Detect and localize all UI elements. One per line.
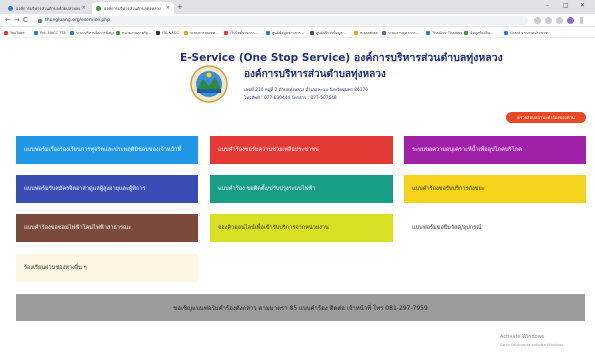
bookmark-favicon-icon — [310, 30, 314, 35]
bookmark-favicon-icon — [70, 30, 74, 35]
extensions-icon[interactable] — [545, 17, 552, 24]
service-garbage-bin[interactable]: แบบคำร้องขอรับบริการถังขยะ — [404, 175, 586, 203]
service-other-complaint[interactable]: ร้องเรียนผ่านช่องทางอื่น ๆ — [16, 254, 198, 282]
bookmark-item[interactable]: Grant จากภาคประชาชน — [504, 29, 548, 36]
bookmark-label: YouTube — [10, 30, 25, 35]
service-equipment-borrow[interactable]: แบบฟอร์มขอยืมวัสดุ/อุปกรณ์ — [404, 214, 586, 242]
activate-windows-title: Activate Windows — [500, 334, 545, 340]
activate-windows-subtitle: Go to Settings to activate Windows. — [500, 343, 565, 347]
downloads-icon[interactable] — [556, 17, 563, 24]
bookmark-label: เว็บไซต์ราชการ... — [230, 30, 259, 35]
bookmark-favicon-icon — [224, 30, 228, 35]
bookmark-label: ระบบสารสนเทศ... — [190, 30, 219, 35]
bookmark-favicon-icon — [184, 30, 188, 35]
bookmark-label: ITA-NACC — [162, 30, 179, 35]
browser-tab-2[interactable]: องค์การบริหารส่วนตำบลทุ่งหลวง × — [92, 2, 174, 14]
url-input[interactable]: thungluang.org/eservice.php — [34, 16, 528, 25]
bookmark-item[interactable]: ThaiGov Thaiday — [426, 29, 462, 36]
bookmark-label: e-saraban — [360, 30, 379, 35]
service-public-assistance[interactable]: แบบคำร้องขอรับความช่วยเหลือประชาชน — [210, 136, 393, 164]
bookmark-item[interactable]: หน่วยงานภาครัฐ... — [116, 29, 154, 36]
service-streetlight-repair[interactable]: แบบคำร้องขอซ่อมไฟฟ้าโคมไฟฟ้าสาธารณะ — [16, 214, 198, 242]
profile-avatar[interactable] — [567, 17, 574, 24]
bookmark-label: Pnt. NACC TTA — [40, 30, 66, 35]
url-text: thungluang.org/eservice.php — [45, 18, 110, 23]
service-water-request[interactable]: ระบบขอความอนุเคราะห์น้ำเพื่ออุปโภคบริโภค — [404, 136, 586, 164]
bookmark-label: ระบบงานบุคลากร... — [388, 30, 420, 35]
bookmark-item[interactable]: YouTube — [4, 29, 32, 36]
bookmark-label: ระบบบริหารจัดการข้อมูล... — [76, 30, 114, 35]
browser-tab-bar: องค์การบริหารส่วนตำบลห้วยปลาหลด × องค์กา… — [0, 0, 595, 14]
tab-label: องค์การบริหารส่วนตำบลห้วยปลาหลด — [16, 5, 80, 11]
org-address: เลขที่ 210 หมู่ที่ 2 ตำบลทุ่งหลวง อำเภอล… — [244, 88, 368, 93]
bookmark-item[interactable]: ระบบบริหารจัดการข้อมูล... — [70, 29, 114, 36]
bookmark-star-icon[interactable] — [534, 17, 541, 24]
browser-tab-1[interactable]: องค์การบริหารส่วนตำบลห้วยปลาหลด × — [4, 2, 90, 14]
address-bar-row: ← → C thungluang.org/eservice.php — [0, 14, 595, 27]
bookmark-item[interactable]: ITA-NACC — [156, 29, 182, 36]
bookmark-label: ศูนย์ข้อมูลข่าวสาร... — [272, 30, 305, 35]
bookmark-label: ThaiGov Thaiday — [432, 30, 462, 35]
minimize-button[interactable]: – — [546, 1, 549, 11]
bookmark-item[interactable]: ระบบงานบุคลากร... — [382, 29, 424, 36]
bookmark-favicon-icon — [504, 30, 508, 35]
menu-icon[interactable] — [580, 17, 583, 24]
forward-button[interactable]: → — [14, 15, 20, 26]
org-logo — [190, 65, 228, 103]
bookmark-item[interactable]: ศูนย์บริการข้อมูล... — [310, 29, 352, 36]
bookmark-label: ศูนย์บริการข้อมูล... — [316, 30, 346, 35]
bookmark-favicon-icon — [382, 30, 386, 35]
tab-favicon-icon — [96, 5, 101, 11]
bookmark-favicon-icon — [4, 30, 8, 35]
reload-button[interactable]: C — [23, 15, 28, 26]
service-electricity-install[interactable]: แบบคำร้อง ขอติดตั้ง/ปรับปรุงระบบไฟฟ้า — [210, 175, 393, 203]
bookmark-item[interactable]: ข้อมูลท้องถิ่น... — [464, 29, 502, 36]
maximize-button[interactable]: □ — [563, 1, 569, 11]
close-window-button[interactable]: ✕ — [580, 1, 585, 11]
bookmark-item[interactable]: e-saraban — [354, 29, 380, 36]
back-button[interactable]: ← — [5, 15, 11, 26]
service-volunteer-signup[interactable]: แบบฟอร์มรับสมัครจิตอาสาดูแลผู้สูงอายุและ… — [16, 175, 198, 203]
bookmark-favicon-icon — [34, 30, 38, 35]
bookmark-item[interactable]: Pnt. NACC TTA — [34, 29, 68, 36]
service-online-queue[interactable]: จองคิวออนไลน์เพื่อเข้ารับบริการจากหน่วยง… — [210, 214, 393, 242]
bookmark-item[interactable]: ระบบสารสนเทศ... — [184, 29, 222, 36]
bookmark-item[interactable]: ศูนย์ข้อมูลข่าวสาร... — [266, 29, 308, 36]
bookmark-label: Grant จากภาคประชาชน — [510, 30, 548, 35]
bookmarks-bar: YouTube Pnt. NACC TTA ระบบบริหารจัดการข้อม… — [0, 27, 595, 38]
bookmark-item[interactable]: เว็บไซต์ราชการ... — [224, 29, 264, 36]
track-request-status-button[interactable]: ตรวจสอบสถานะคำร้องของท่าน — [506, 112, 586, 123]
bookmark-favicon-icon — [426, 30, 430, 35]
bookmark-label: หน่วยงานภาครัฐ... — [122, 30, 152, 35]
contact-footer: ขอเชิญแบบฟอร์มคำร้องดังกล่าว ตามมาตรา 85… — [16, 294, 585, 321]
org-phone: โทรศัพท์ : 077-630444 โทรสาร : 077-50764… — [244, 96, 337, 101]
lock-icon — [38, 18, 42, 23]
bookmark-favicon-icon — [464, 30, 468, 35]
tab-label: องค์การบริหารส่วนตำบลทุ่งหลวง — [104, 5, 161, 11]
tab-favicon-icon — [8, 5, 13, 11]
bookmark-favicon-icon — [354, 30, 358, 35]
bookmark-label: ข้อมูลท้องถิ่น... — [470, 30, 494, 35]
bookmark-favicon-icon — [266, 30, 270, 35]
bookmark-favicon-icon — [116, 30, 120, 35]
close-icon[interactable]: × — [166, 5, 170, 11]
bookmark-favicon-icon — [156, 30, 160, 35]
service-complaint-corruption[interactable]: แบบฟอร์มเรื่องร้องเรียนการทุจริตและประพฤ… — [16, 136, 198, 164]
org-name: องค์การบริหารส่วนตำบลทุ่งหลวง — [244, 69, 386, 80]
close-icon[interactable]: × — [82, 5, 86, 11]
new-tab-button[interactable]: + — [177, 2, 183, 12]
